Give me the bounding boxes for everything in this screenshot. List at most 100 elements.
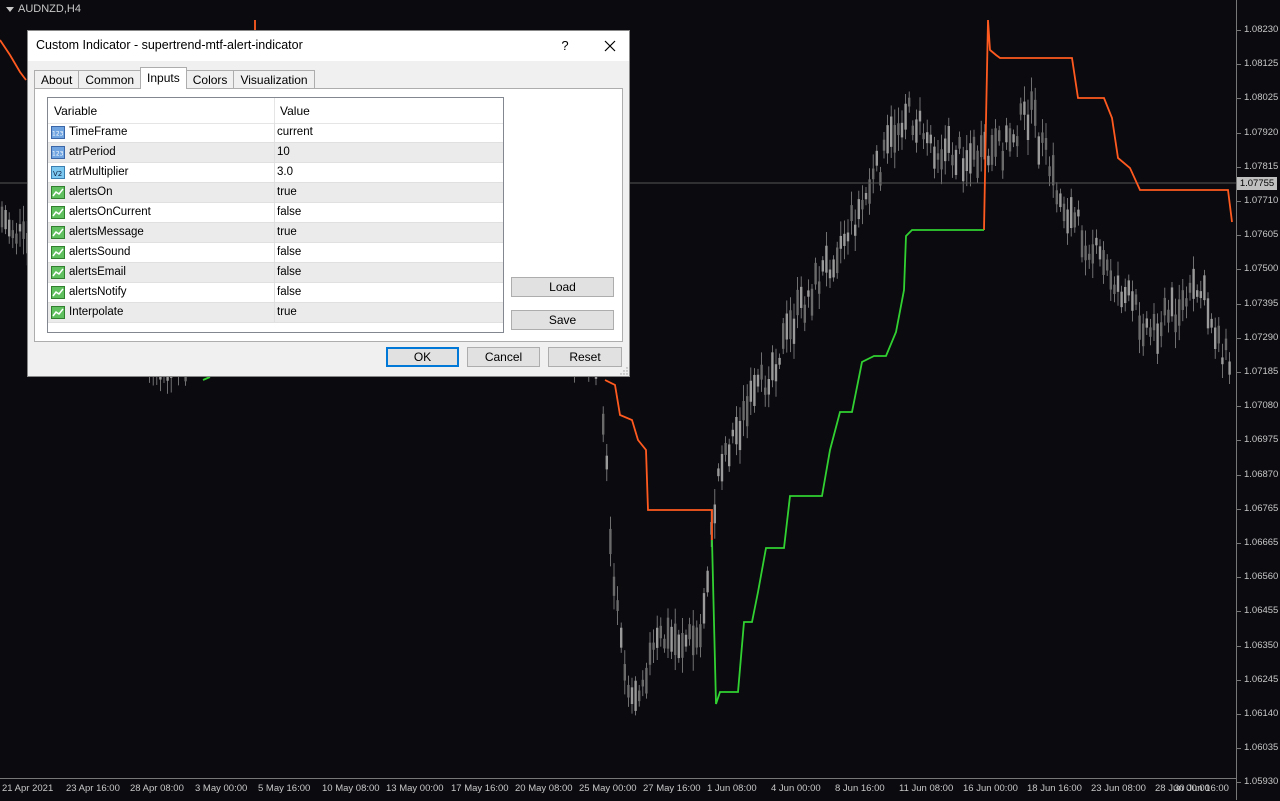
candle-body [656, 627, 659, 648]
candle-body [972, 136, 976, 160]
table-row[interactable]: alertsMessage true [48, 223, 503, 243]
resize-grip-icon[interactable] [620, 367, 628, 375]
variable-value[interactable]: false [277, 206, 301, 218]
variable-value[interactable]: false [277, 266, 301, 278]
candle-body [702, 593, 706, 624]
ok-button[interactable]: OK [386, 347, 459, 367]
column-header-variable[interactable]: Variable [54, 104, 97, 118]
variable-value[interactable]: 10 [277, 146, 290, 158]
candle-body [1120, 291, 1123, 308]
tab-visualization[interactable]: Visualization [233, 70, 315, 89]
price-tick-label: 1.08230 [1236, 24, 1279, 35]
candle-body [1023, 101, 1026, 115]
candle-body [850, 205, 853, 222]
price-tick-label: 1.08125 [1236, 58, 1279, 70]
candle-body [1221, 357, 1224, 365]
variable-value[interactable]: true [277, 186, 297, 198]
candle-body [796, 289, 799, 316]
variable-value[interactable]: true [277, 226, 297, 238]
variable-value[interactable]: current [277, 126, 313, 138]
double-icon: V2 [51, 166, 65, 179]
candle-body [1156, 323, 1159, 354]
candle-body [1037, 136, 1040, 165]
candle-body [969, 143, 972, 174]
price-tick-label: 1.07605 [1236, 229, 1279, 241]
variable-value[interactable]: false [277, 246, 301, 258]
current-price-label: 1.07755 [1237, 177, 1277, 190]
variable-value[interactable]: 3.0 [277, 166, 293, 178]
candle-body [764, 387, 767, 395]
candle-body [1098, 246, 1102, 260]
candle-body [1034, 99, 1037, 126]
candle-body [875, 150, 878, 166]
candle-body [1160, 322, 1163, 337]
candle-body [1224, 338, 1228, 351]
table-row[interactable]: 123 atrPeriod 10 [48, 143, 503, 163]
candle-body [951, 154, 954, 166]
price-tick-label: 1.07710 [1236, 195, 1279, 206]
variable-value[interactable]: false [277, 286, 301, 298]
table-row[interactable]: Interpolate true [48, 303, 503, 323]
table-row[interactable]: alertsOn true [48, 183, 503, 203]
table-row[interactable]: alertsNotify false [48, 283, 503, 303]
reset-button[interactable]: Reset [548, 347, 622, 367]
candle-body [980, 135, 983, 158]
time-tick-label: 17 May 16:00 [451, 783, 509, 794]
candle-body [1188, 282, 1192, 293]
tab-common[interactable]: Common [78, 70, 142, 89]
bool-icon [51, 306, 65, 319]
int-icon: 123 [51, 146, 65, 159]
variable-name: alertsNotify [69, 286, 127, 298]
candle-body [890, 116, 893, 147]
candle-body [962, 158, 965, 182]
save-button[interactable]: Save [511, 310, 614, 330]
candle-body [756, 374, 760, 387]
candle-body [1124, 286, 1127, 304]
tab-colors[interactable]: Colors [185, 70, 235, 89]
candle-body [774, 364, 778, 382]
variable-value[interactable]: true [277, 306, 297, 318]
symbol-label[interactable]: AUDNZD,H4 [6, 3, 81, 15]
time-tick-label: 4 Jun 00:00 [771, 783, 821, 794]
table-row[interactable]: 123 TimeFrame current [48, 123, 503, 143]
candle-body [810, 288, 814, 316]
candle-body [627, 684, 630, 698]
load-button[interactable]: Load [511, 277, 614, 297]
cancel-button[interactable]: Cancel [467, 347, 540, 367]
close-button[interactable] [590, 31, 630, 61]
candle-body [616, 600, 619, 611]
table-row[interactable]: alertsOnCurrent false [48, 203, 503, 223]
candle-body [1055, 190, 1058, 205]
candle-body [1008, 128, 1012, 152]
tab-inputs[interactable]: Inputs [140, 67, 187, 89]
header-divider[interactable] [274, 98, 275, 123]
candle-body [1102, 250, 1105, 275]
candle-body [22, 221, 25, 239]
candle-body [864, 193, 868, 200]
help-button[interactable]: ? [550, 31, 580, 61]
candle-body [947, 126, 950, 153]
price-tick-label: 1.07815 [1236, 160, 1279, 172]
candle-body [782, 323, 785, 349]
chevron-down-icon[interactable] [6, 6, 14, 12]
candle-body [623, 664, 626, 681]
tab-about[interactable]: About [34, 70, 80, 89]
dialog-titlebar[interactable]: Custom Indicator - supertrend-mtf-alert-… [28, 31, 629, 61]
table-row[interactable]: V2 atrMultiplier 3.0 [48, 163, 503, 183]
table-row[interactable]: alertsEmail false [48, 263, 503, 283]
candle-body [846, 232, 850, 242]
candle-body [1131, 291, 1134, 311]
candle-body [1048, 166, 1051, 177]
candle-body [695, 627, 698, 648]
table-row[interactable]: alertsSound false [48, 243, 503, 263]
inputs-panel: Variable Value 123 TimeFrame current 123 atr… [34, 88, 623, 342]
supertrend-down-line [0, 39, 27, 81]
candle-body [1181, 290, 1184, 310]
column-header-value[interactable]: Value [280, 104, 310, 118]
candle-body [911, 125, 914, 136]
candle-body [936, 153, 940, 160]
bool-icon [51, 286, 65, 299]
price-tick-label: 1.06560 [1236, 571, 1279, 583]
inputs-table: Variable Value 123 TimeFrame current 123 atr… [47, 97, 504, 333]
candle-body [1062, 203, 1066, 222]
